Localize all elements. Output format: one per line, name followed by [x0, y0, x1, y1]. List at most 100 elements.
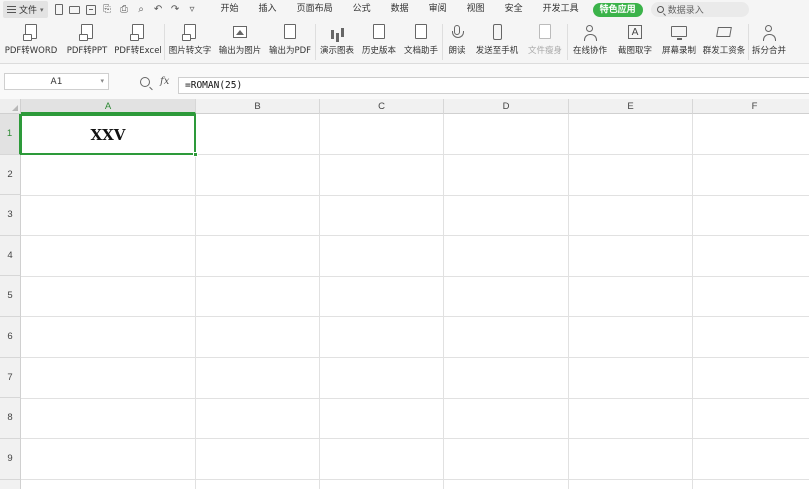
gridline [568, 114, 569, 489]
column-header-e[interactable]: E [569, 99, 693, 114]
button-label: 屏幕录制 [661, 46, 696, 56]
tab-formulas[interactable]: 公式 [343, 0, 381, 19]
search-icon [656, 6, 664, 13]
collaborate-icon [581, 24, 599, 41]
name-box[interactable]: A1 ▾ [4, 73, 109, 90]
button-label: 图片转文字 [168, 46, 212, 56]
new-document-icon[interactable] [54, 4, 63, 15]
undo-icon[interactable]: ↶ [153, 4, 164, 15]
column-header-a[interactable]: A [21, 99, 196, 114]
row-header-10[interactable] [0, 480, 21, 489]
tab-security[interactable]: 安全 [495, 0, 533, 19]
pdf-to-excel-icon [129, 24, 147, 41]
row-header-1[interactable]: 1 [0, 114, 21, 155]
customize-icon[interactable]: ▿ [187, 4, 198, 15]
cell-a1[interactable]: XXV [20, 114, 198, 157]
gridline [319, 114, 320, 489]
command-search-input[interactable]: 数据录入 [650, 2, 749, 17]
send-to-phone-button[interactable]: 发送至手机 [471, 19, 523, 64]
row-header-4[interactable]: 4 [0, 236, 21, 276]
row-header-6[interactable]: 6 [0, 317, 21, 358]
file-menu-label: 文件 [19, 6, 38, 16]
doc-assistant-button[interactable]: 文档助手 [400, 19, 442, 64]
pdf-to-word-icon [22, 24, 40, 41]
print-icon[interactable]: ⎙ [119, 4, 130, 15]
tab-developer[interactable]: 开发工具 [533, 0, 589, 19]
hamburger-icon [7, 6, 16, 13]
formula-bar: A1 ▾ fx =ROMAN(25) [0, 64, 809, 99]
row-header-7[interactable]: 7 [0, 358, 21, 398]
button-label: 发送至手机 [475, 46, 519, 56]
image-to-text-button[interactable]: 图片转文字 [165, 19, 215, 64]
screen-record-button[interactable]: 屏幕录制 [658, 19, 700, 64]
tab-page-layout[interactable]: 页面布局 [287, 0, 343, 19]
column-header-d[interactable]: D [444, 99, 569, 114]
button-label: PDF转WORD [4, 46, 58, 56]
read-aloud-button[interactable]: 朗读 [443, 19, 471, 64]
chevron-down-icon[interactable]: ▾ [100, 77, 104, 85]
ribbon-tabs: 开始 插入 页面布局 公式 数据 审阅 视图 安全 开发工具 特色应用 [211, 0, 643, 19]
pdf-to-word-button[interactable]: PDF转WORD [0, 19, 62, 64]
gridline [443, 114, 444, 489]
print-preview-icon[interactable]: ⌕ [136, 4, 147, 15]
chart-demo-button[interactable]: 演示图表 [316, 19, 358, 64]
screen-record-icon [670, 24, 688, 41]
row-header-9[interactable]: 9 [0, 439, 21, 480]
online-collaborate-button[interactable]: 在线协作 [568, 19, 612, 64]
export-image-button[interactable]: 输出为图片 [215, 19, 265, 64]
chart-icon [328, 24, 346, 41]
button-label: 文件瘦身 [527, 46, 562, 56]
pdf-to-excel-button[interactable]: PDF转Excel [112, 19, 164, 64]
fill-handle[interactable] [193, 152, 198, 157]
gridline [195, 114, 196, 489]
redo-icon[interactable]: ↷ [170, 4, 181, 15]
zoom-icon[interactable] [140, 76, 150, 87]
history-icon [370, 24, 388, 41]
select-all-corner[interactable] [0, 99, 21, 114]
payslip-button[interactable]: 群发工资条 [700, 19, 748, 64]
tab-view[interactable]: 视图 [457, 0, 495, 19]
button-label: PDF转Excel [114, 46, 162, 56]
row-header-5[interactable]: 5 [0, 276, 21, 317]
chevron-down-icon: ▾ [40, 5, 44, 14]
history-version-button[interactable]: 历史版本 [358, 19, 400, 64]
menu-bar: 文件 ▾ ⎘ ⎙ ⌕ ↶ ↷ ▿ 开始 插入 页面布局 公式 数据 审阅 视图 … [0, 0, 809, 19]
open-folder-icon[interactable] [68, 5, 80, 14]
button-label: 历史版本 [361, 46, 396, 56]
row-header-2[interactable]: 2 [0, 155, 21, 195]
file-menu-button[interactable]: 文件 ▾ [3, 1, 48, 18]
tab-insert[interactable]: 插入 [249, 0, 287, 19]
gridline [21, 479, 809, 480]
file-slim-icon [536, 24, 554, 41]
image-to-text-icon [181, 24, 199, 41]
button-label: 文档助手 [403, 46, 438, 56]
screenshot-ocr-icon: A [626, 24, 644, 41]
split-merge-button[interactable]: 拆分合并 [749, 19, 789, 64]
column-header-f[interactable]: F [693, 99, 809, 114]
cell-a1-value: XXV [90, 125, 126, 144]
fx-icon[interactable]: fx [160, 76, 169, 87]
formula-input[interactable]: =ROMAN(25) [178, 77, 809, 94]
button-label: 拆分合并 [751, 46, 786, 56]
column-header-c[interactable]: C [320, 99, 444, 114]
gridline [21, 235, 809, 236]
export-pdf-button[interactable]: 输出为PDF [265, 19, 315, 64]
pdf-to-ppt-button[interactable]: PDF转PPT [62, 19, 112, 64]
pdf-to-ppt-icon [78, 24, 96, 41]
button-label: 输出为PDF [268, 46, 312, 56]
tab-data[interactable]: 数据 [381, 0, 419, 19]
screenshot-ocr-button[interactable]: A 截图取字 [612, 19, 658, 64]
tab-special-apps[interactable]: 特色应用 [592, 2, 643, 17]
read-aloud-icon [448, 24, 466, 41]
row-header-8[interactable]: 8 [0, 398, 21, 439]
file-slim-button[interactable]: 文件瘦身 [523, 19, 567, 64]
tab-review[interactable]: 审阅 [419, 0, 457, 19]
format-painter-icon[interactable]: ⎘ [102, 4, 113, 15]
cell-reference: A1 [50, 76, 63, 87]
gridline [21, 316, 809, 317]
save-icon[interactable] [85, 4, 96, 15]
button-label: 输出为图片 [218, 46, 262, 56]
row-header-3[interactable]: 3 [0, 195, 21, 236]
tab-home[interactable]: 开始 [211, 0, 249, 19]
column-header-b[interactable]: B [196, 99, 320, 114]
